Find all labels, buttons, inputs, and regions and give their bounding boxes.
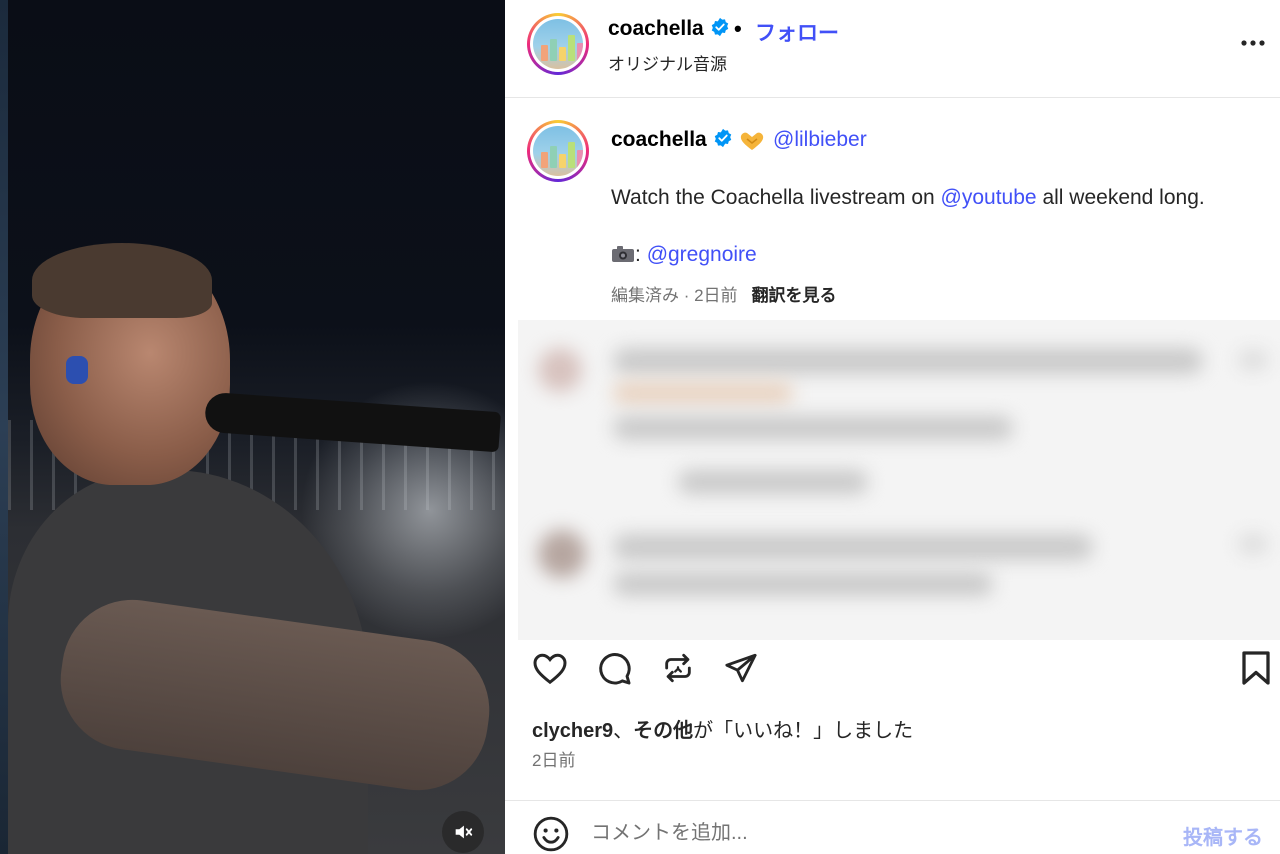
comments-section (518, 320, 1280, 640)
post-panel: coachella • フォロー オリジナル音源 coachella @lilb… (505, 0, 1280, 854)
see-translation-link[interactable]: 翻訳を見る (752, 286, 837, 305)
verified-badge-icon (711, 17, 728, 37)
mute-toggle-button[interactable] (442, 811, 484, 853)
audio-label[interactable]: オリジナル音源 (608, 50, 727, 75)
photographer-mention-link[interactable]: @gregnoire (647, 243, 757, 266)
liker-username[interactable]: clycher9 (532, 720, 613, 742)
more-horizontal-icon (1241, 40, 1265, 46)
repost-button[interactable] (658, 648, 698, 688)
heart-hands-icon (740, 132, 764, 150)
repost-icon (665, 653, 691, 683)
follow-button[interactable]: フォロー (755, 17, 839, 47)
emoji-picker-button[interactable] (531, 814, 571, 854)
video-edge (0, 0, 8, 854)
author-avatar[interactable] (527, 13, 589, 75)
youtube-mention-link[interactable]: @youtube (941, 186, 1037, 209)
heart-icon (533, 653, 567, 685)
bookmark-icon (1242, 651, 1270, 685)
emoji-icon (533, 816, 569, 852)
share-button[interactable] (721, 648, 761, 688)
comment-button[interactable] (594, 648, 634, 688)
post-video[interactable] (0, 0, 505, 854)
caption-username[interactable]: coachella (611, 128, 733, 152)
like-button[interactable] (530, 648, 570, 688)
comment-composer: 投稿する (505, 800, 1280, 854)
performer-hair (32, 243, 212, 318)
in-ear-monitor (66, 356, 88, 384)
save-button[interactable] (1236, 648, 1276, 688)
caption-avatar[interactable] (527, 120, 589, 182)
verified-badge-icon (714, 128, 731, 148)
comment-input[interactable] (591, 815, 1151, 851)
more-options-button[interactable] (1238, 28, 1268, 58)
post-header: coachella • フォロー オリジナル音源 (505, 0, 1280, 98)
edited-timestamp: 編集済み · 2日前 (611, 286, 738, 305)
likes-summary[interactable]: clycher9、その他が「いいね！」しました (532, 714, 913, 743)
caption-meta: 編集済み · 2日前 翻訳を見る (611, 281, 837, 306)
comment-icon (599, 653, 631, 685)
mention-link[interactable]: @lilbieber (773, 128, 867, 152)
caption-text: Watch the Coachella livestream on @youtu… (611, 186, 1205, 209)
photo-credit: : @gregnoire (611, 243, 757, 267)
other-likers-link[interactable]: その他 (633, 720, 693, 742)
volume-muted-icon (455, 825, 473, 839)
author-username[interactable]: coachella (608, 17, 730, 41)
post-timestamp[interactable]: 2日前 (532, 746, 575, 771)
post-comment-button[interactable]: 投稿する (1183, 821, 1263, 850)
post-caption: coachella @lilbieber Watch the Coachella… (505, 100, 1280, 320)
action-bar (505, 640, 1280, 700)
camera-icon (612, 246, 634, 262)
send-icon (725, 653, 757, 683)
header-separator: • (734, 16, 742, 41)
